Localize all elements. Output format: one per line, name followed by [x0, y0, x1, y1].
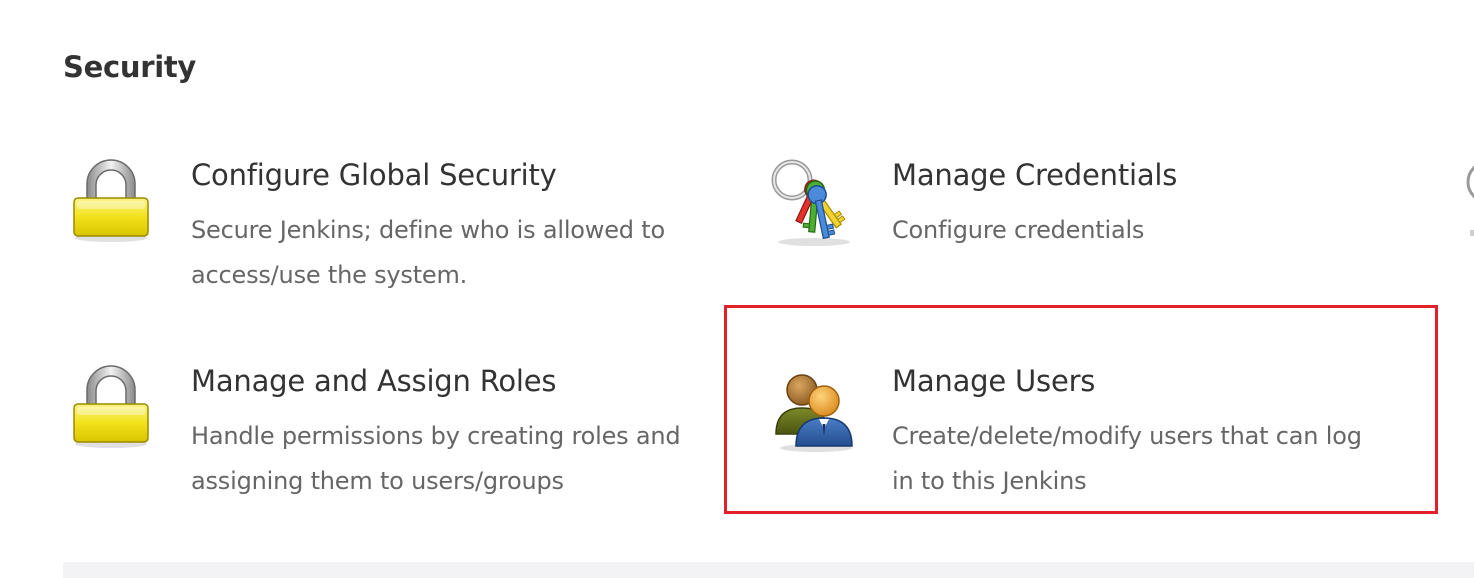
security-section: Security Configure Global Security Secur…	[0, 0, 1474, 578]
manage-and-assign-roles-link[interactable]: Manage and Assign Roles Handle permissio…	[63, 364, 683, 514]
item-title: Manage Users	[892, 364, 1096, 398]
configure-global-security-link[interactable]: Configure Global Security Secure Jenkins…	[63, 158, 683, 308]
partial-item-icon	[1462, 160, 1474, 240]
section-title: Security	[63, 50, 196, 84]
item-title: Configure Global Security	[191, 158, 557, 192]
manage-users-link[interactable]: Manage Users Create/delete/modify users …	[764, 364, 1384, 514]
item-description: Secure Jenkins; define who is allowed to…	[191, 216, 665, 289]
users-icon	[764, 364, 860, 460]
manage-credentials-link[interactable]: Manage Credentials Configure credentials	[764, 158, 1384, 308]
item-description: Configure credentials	[892, 216, 1145, 244]
item-description: Create/delete/modify users that can log …	[892, 422, 1362, 495]
lock-icon	[63, 364, 159, 460]
section-divider	[63, 562, 1474, 578]
item-title: Manage Credentials	[892, 158, 1178, 192]
item-description: Handle permissions by creating roles and…	[191, 422, 681, 495]
item-title: Manage and Assign Roles	[191, 364, 557, 398]
keys-icon	[764, 158, 860, 254]
lock-icon	[63, 158, 159, 254]
